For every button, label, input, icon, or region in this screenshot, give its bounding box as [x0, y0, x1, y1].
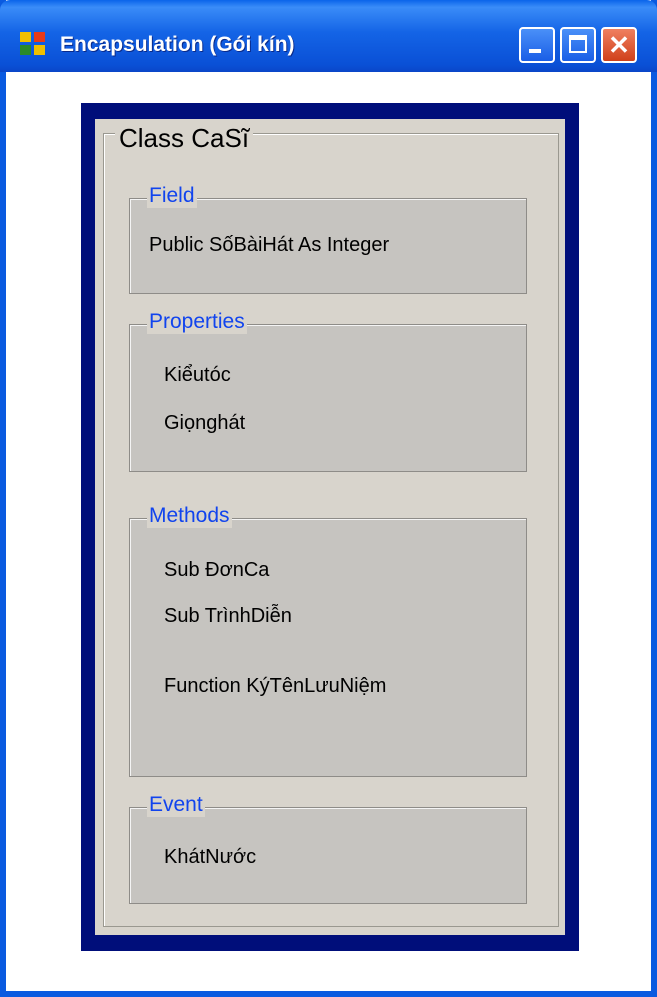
property-item: Kiểutóc: [164, 364, 231, 386]
app-icon[interactable]: [20, 32, 46, 56]
event-group-title: Event: [147, 793, 205, 817]
minimize-button[interactable]: [519, 27, 555, 63]
event-group: Event KhátNước: [129, 793, 527, 904]
close-button[interactable]: ✕: [601, 27, 637, 63]
field-item: Public SốBàiHát As Integer: [149, 234, 390, 256]
field-group: Field Public SốBàiHát As Integer: [129, 184, 527, 294]
window-title: Encapsulation (Gói kín): [60, 33, 295, 56]
methods-group-title: Methods: [147, 504, 232, 528]
maximize-button[interactable]: [560, 27, 596, 63]
properties-group: Properties Kiểutóc Giọnghát: [129, 310, 527, 472]
class-panel: Class CaSĩ Field Public SốBàiHát As Inte…: [81, 103, 579, 951]
method-item: Sub ĐơnCa: [164, 559, 270, 581]
close-icon: ✕: [608, 30, 630, 60]
minimize-icon: [529, 49, 541, 53]
event-item: KhátNước: [164, 846, 257, 868]
title-bar[interactable]: Encapsulation (Gói kín) ✕: [0, 0, 657, 72]
properties-group-title: Properties: [147, 310, 247, 334]
maximize-icon: [569, 35, 587, 53]
method-item: Sub TrìnhDiễn: [164, 605, 292, 627]
property-item: Giọnghát: [164, 412, 246, 434]
field-group-title: Field: [147, 184, 197, 208]
class-panel-body: Class CaSĩ Field Public SốBàiHát As Inte…: [95, 119, 565, 935]
method-item: Function KýTênLưuNiệm: [164, 675, 387, 697]
methods-group: Methods Sub ĐơnCa Sub TrìnhDiễn Function…: [129, 504, 527, 777]
class-title: Class CaSĩ: [115, 121, 254, 155]
